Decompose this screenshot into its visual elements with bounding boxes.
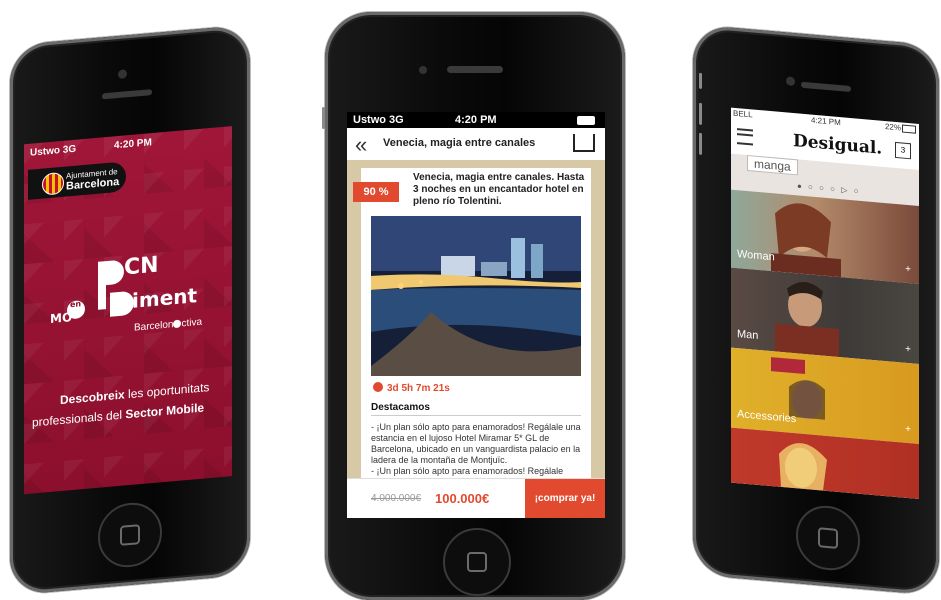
countdown-timer: 3d 5h 7m 21s [373, 382, 450, 394]
volume-down-button[interactable] [699, 132, 702, 156]
home-button[interactable] [98, 500, 162, 570]
tile-label: Man [737, 328, 759, 342]
buy-button[interactable]: ¡comprar ya! [525, 479, 605, 518]
back-icon[interactable]: « [355, 132, 367, 158]
right-phone: BELL 4:21 PM 22% Desigual. 3 manga ● ○ ○… [693, 24, 939, 596]
countdown-value: 3d 5h 7m 21s [387, 383, 450, 394]
status-carrier: BELL [733, 108, 753, 120]
mute-switch[interactable] [322, 107, 325, 129]
center-screen: Ustwo 3G 4:20 PM « Venecia, magia entre … [347, 112, 605, 518]
barcelona-crest-icon [42, 171, 64, 196]
status-carrier: Ustwo 3G [353, 114, 404, 126]
status-bar: Ustwo 3G 4:20 PM [347, 112, 605, 128]
volume-up-button[interactable] [699, 102, 702, 126]
section-heading: Destacamos [371, 402, 581, 416]
status-battery: 22% [884, 122, 901, 133]
speaker-grille [447, 66, 503, 73]
purchase-bar: 4.000.000€ 100.000€ ¡comprar ya! [347, 478, 605, 518]
nav-bar: « Venecia, magia entre canales [347, 128, 605, 161]
home-square-icon [467, 552, 487, 572]
shopping-bag-icon[interactable]: 3 [895, 141, 911, 160]
speaker-grille [801, 81, 851, 93]
logo-part-mo: MO [50, 310, 73, 326]
discount-badge: 90 % [353, 182, 399, 202]
section-body-para1: - ¡Un plan sólo apto para enamorados! Re… [371, 422, 581, 465]
deal-card[interactable]: 90 % Venecia, magia entre canales. Hasta… [353, 168, 591, 478]
deal-photo[interactable] [371, 216, 581, 376]
section-body-para2: - ¡Un plan sólo apto para enamorados! Re… [371, 466, 564, 476]
speaker-grille [102, 89, 152, 100]
plus-icon[interactable]: + [905, 344, 911, 356]
share-icon[interactable] [573, 134, 595, 152]
logo-part-en: en [70, 299, 82, 310]
logo-subtitle-part2: ctiva [181, 316, 203, 330]
menu-icon[interactable] [737, 128, 753, 146]
banner-label: manga [747, 154, 798, 176]
left-phone: Ustwo 3G 4:20 PM Ajuntament de Barcelona… [10, 24, 250, 596]
nav-title: Venecia, magia entre canales [383, 137, 536, 149]
content-area: 90 % Venecia, magia entre canales. Hasta… [347, 160, 605, 478]
plus-icon[interactable]: + [905, 264, 911, 276]
left-screen: Ustwo 3G 4:20 PM Ajuntament de Barcelona… [24, 126, 232, 495]
front-camera [786, 76, 795, 87]
right-screen: BELL 4:21 PM 22% Desigual. 3 manga ● ○ ○… [731, 107, 919, 500]
brand-logo: Desigual. [793, 130, 883, 159]
home-button[interactable] [796, 503, 860, 573]
new-price: 100.000€ [435, 491, 490, 506]
old-price: 4.000.000€ [371, 493, 422, 504]
deal-description: Venecia, magia entre canales. Hasta 3 no… [413, 172, 585, 207]
home-square-icon [120, 524, 140, 546]
status-time: 4:20 PM [455, 114, 497, 126]
section-body: - ¡Un plan sólo apto para enamorados! Re… [371, 422, 583, 477]
status-time: 4:21 PM [811, 115, 841, 128]
center-phone: Ustwo 3G 4:20 PM « Venecia, magia entre … [322, 12, 625, 600]
battery-icon [902, 124, 916, 134]
home-button[interactable] [443, 528, 511, 596]
plus-icon[interactable]: + [905, 424, 911, 436]
clock-icon [373, 382, 383, 392]
battery-icon [577, 116, 595, 125]
logo-part-cn: CN [124, 252, 159, 281]
mute-switch[interactable] [699, 72, 702, 90]
carousel-dots[interactable]: ● ○ ○ ○ ▷ ○ [797, 181, 860, 196]
city-night-image [371, 216, 581, 376]
home-square-icon [818, 527, 838, 549]
front-camera [118, 69, 127, 80]
front-camera [419, 66, 427, 74]
